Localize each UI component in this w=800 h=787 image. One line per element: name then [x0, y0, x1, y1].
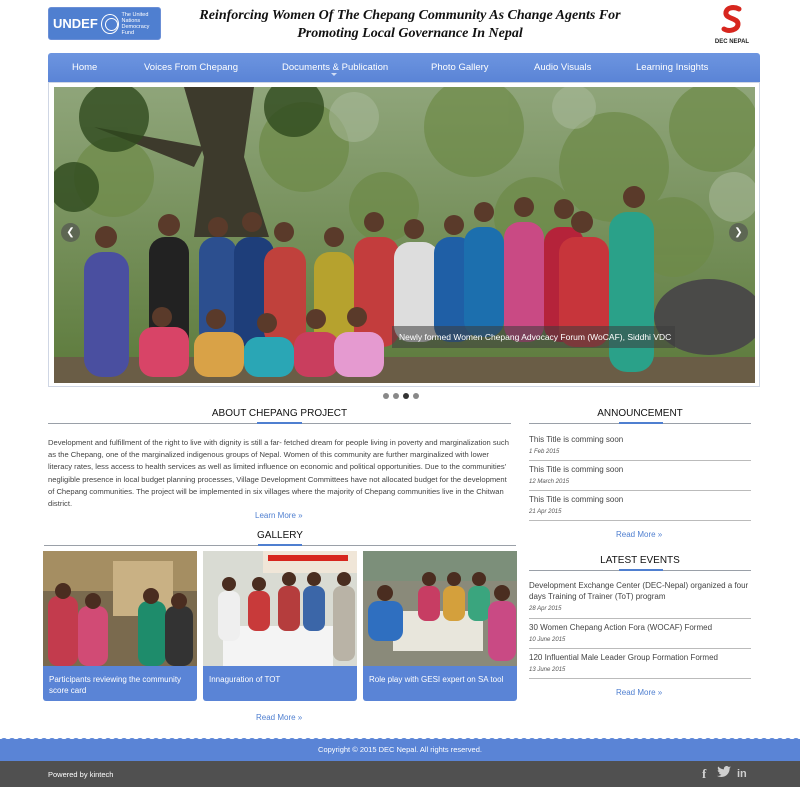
footer-powered-by: Powered by kintech	[48, 770, 114, 779]
gallery-card-3[interactable]: Role play with GESI expert on SA tool	[363, 551, 517, 701]
gallery-heading: GALLERY	[257, 530, 303, 541]
gallery-caption-3: Role play with GESI expert on SA tool	[369, 675, 504, 684]
announcement-heading-accent	[619, 422, 663, 424]
slider-prev-button[interactable]: ❮	[61, 223, 80, 242]
gallery-photo-1-illustration	[43, 551, 197, 666]
announcement-date: 21 Apr 2015	[529, 509, 562, 515]
event-item[interactable]: Development Exchange Center (DEC-Nepal) …	[529, 580, 751, 619]
gallery-photo-3-illustration	[363, 551, 517, 666]
slider-dot-1[interactable]	[383, 393, 389, 399]
gallery-photo-3	[363, 551, 517, 666]
announcement-item[interactable]: This Title is comming soon 1 Feb 2015	[529, 434, 751, 461]
slider-dot-3[interactable]	[403, 393, 409, 399]
gallery-caption-2: Innaguration of TOT	[209, 675, 281, 684]
announcement-item[interactable]: This Title is comming soon 21 Apr 2015	[529, 494, 751, 521]
nav-item-learning-insights[interactable]: Learning Insights	[636, 62, 708, 73]
announcement-read-more-link[interactable]: Read More »	[616, 530, 662, 539]
events-heading-accent	[619, 569, 663, 571]
dec-nepal-label: DEC NEPAL	[714, 39, 750, 45]
events-read-more-link[interactable]: Read More »	[616, 688, 662, 697]
announcement-title: This Title is comming soon	[529, 495, 624, 504]
event-date: 13 June 2015	[529, 667, 566, 673]
about-body: Development and fulfillment of the right…	[48, 438, 509, 509]
announcement-heading: ANNOUNCEMENT	[597, 408, 683, 419]
dec-nepal-logo[interactable]: DEC NEPAL	[712, 5, 752, 45]
announcement-title: This Title is comming soon	[529, 465, 624, 474]
undef-logo[interactable]: UNDEF The United Nations Democracy Fund	[48, 7, 161, 40]
slider-dot-4[interactable]	[413, 393, 419, 399]
gallery-read-more-link[interactable]: Read More »	[256, 713, 302, 722]
events-heading: LATEST EVENTS	[600, 555, 680, 566]
slide-caption: Newly formed Women Chepang Advocacy Foru…	[392, 326, 675, 348]
nav-item-home[interactable]: Home	[72, 62, 97, 73]
nav-item-audio-visuals[interactable]: Audio Visuals	[534, 62, 591, 73]
linkedin-icon[interactable]: in	[737, 768, 747, 780]
announcement-title: This Title is comming soon	[529, 435, 624, 444]
gallery-photo-1	[43, 551, 197, 666]
slider-next-button[interactable]: ❯	[729, 223, 748, 242]
chevron-right-icon: ❯	[734, 227, 743, 238]
twitter-bird-glyph	[717, 766, 731, 777]
about-heading: ABOUT CHEPANG PROJECT	[211, 408, 348, 419]
nav-item-photo-gallery[interactable]: Photo Gallery	[431, 62, 489, 73]
about-learn-more-link[interactable]: Learn More »	[255, 511, 303, 520]
twitter-icon[interactable]	[717, 766, 731, 781]
un-globe-icon	[100, 13, 119, 34]
gallery-photo-2-illustration	[203, 551, 357, 666]
event-item[interactable]: 120 Influential Male Leader Group Format…	[529, 652, 751, 679]
nav-item-documents-publication[interactable]: Documents & Publication	[282, 62, 388, 73]
event-date: 10 June 2015	[529, 637, 566, 643]
gallery-card-2[interactable]: Innaguration of TOT	[203, 551, 357, 701]
gallery-card-1[interactable]: Participants reviewing the community sco…	[43, 551, 197, 701]
gallery-photo-2	[203, 551, 357, 666]
undef-logo-text: UNDEF	[53, 16, 98, 31]
event-title: 30 Women Chepang Action Fora (WOCAF) For…	[529, 623, 713, 632]
about-heading-accent	[257, 422, 302, 424]
gallery-caption-1: Participants reviewing the community sco…	[49, 675, 182, 695]
announcement-date: 1 Feb 2015	[529, 449, 560, 455]
event-item[interactable]: 30 Women Chepang Action Fora (WOCAF) For…	[529, 622, 751, 649]
main-nav: Home Voices From Chepang Documents & Pub…	[48, 53, 760, 82]
slider-dot-2[interactable]	[393, 393, 399, 399]
nav-item-voices-from-chepang[interactable]: Voices From Chepang	[144, 62, 238, 73]
announcement-date: 12 March 2015	[529, 479, 570, 485]
announcement-item[interactable]: This Title is comming soon 12 March 2015	[529, 464, 751, 491]
chevron-left-icon: ❮	[66, 227, 75, 238]
footer-bottom-bar	[0, 761, 800, 787]
site-title-line-2: Promoting Local Governance In Nepal	[297, 26, 523, 41]
site-header: UNDEF The United Nations Democracy Fund …	[0, 0, 800, 52]
gallery-heading-accent	[258, 544, 302, 546]
facebook-icon[interactable]: f	[702, 766, 706, 782]
undef-logo-subtitle: The United Nations Democracy Fund	[121, 11, 150, 36]
footer-copyright: Copyright © 2015 DEC Nepal. All rights r…	[318, 745, 482, 754]
event-title: 120 Influential Male Leader Group Format…	[529, 653, 718, 662]
event-title: Development Exchange Center (DEC-Nepal) …	[529, 581, 749, 601]
slider-dots	[383, 393, 419, 399]
site-title-line-1: Reinforcing Women Of The Chepang Communi…	[199, 8, 621, 23]
site-title: Reinforcing Women Of The Chepang Communi…	[180, 7, 640, 43]
dec-nepal-logo-mark	[721, 5, 742, 33]
event-date: 28 Apr 2015	[529, 606, 562, 612]
dropdown-caret-icon	[331, 73, 337, 76]
